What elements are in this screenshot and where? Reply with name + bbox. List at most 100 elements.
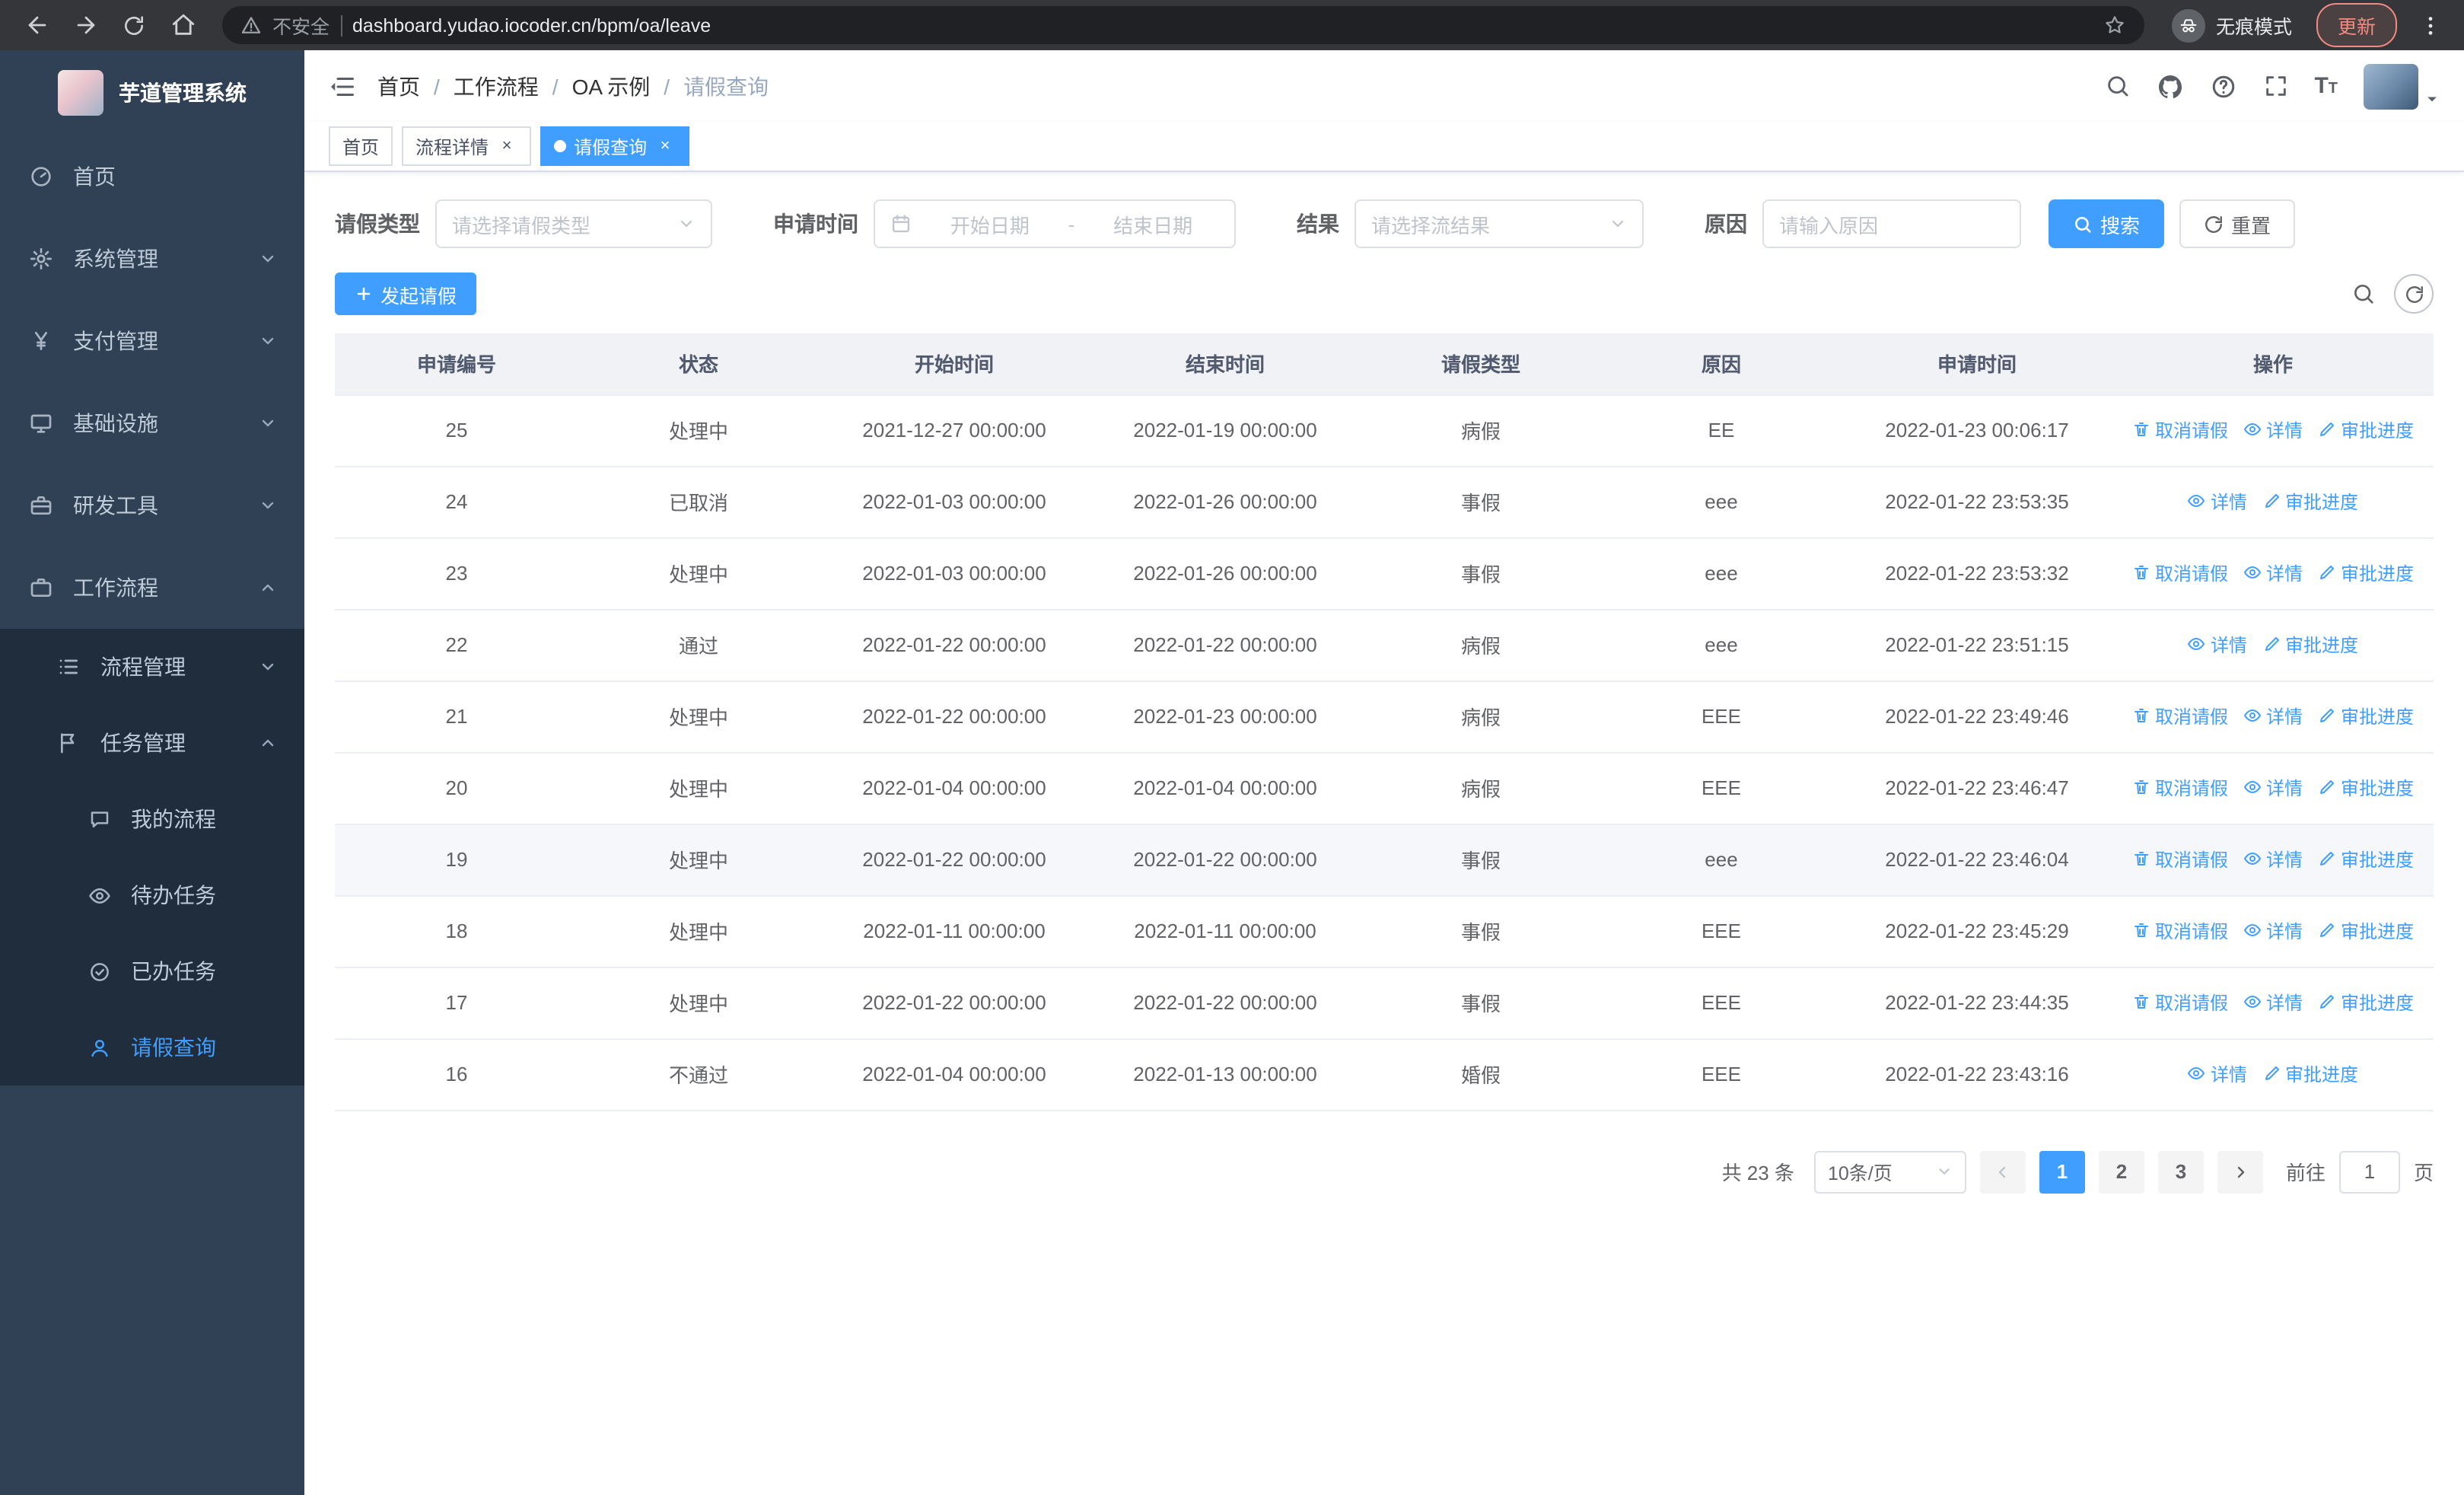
cancel-leave-link[interactable]: 取消请假 — [2132, 918, 2228, 944]
create-leave-button[interactable]: 发起请假 — [335, 273, 477, 315]
browser-forward-button[interactable] — [64, 4, 107, 46]
breadcrumb-item[interactable]: 首页 — [377, 71, 440, 101]
sidebar-item-infrastructure[interactable]: 基础设施 — [0, 382, 304, 464]
trash-icon — [2134, 923, 2148, 938]
detail-link[interactable]: 详情 — [2243, 417, 2303, 443]
sidebar-item-home[interactable]: 首页 — [0, 135, 304, 218]
table-row[interactable]: 18 处理中 2022-01-11 00:00:00 2022-01-11 00… — [335, 895, 2434, 967]
column-header: 状态 — [578, 333, 819, 395]
cancel-leave-link[interactable]: 取消请假 — [2132, 703, 2228, 729]
sidebar-item-todo-tasks[interactable]: 待办任务 — [0, 857, 304, 933]
font-size-icon[interactable]: TT — [2314, 75, 2338, 97]
goto-page-input[interactable] — [2338, 1150, 2400, 1193]
tab-home[interactable]: 首页 — [329, 126, 393, 166]
chevron-up-icon — [259, 734, 277, 752]
header-search-icon[interactable] — [2104, 73, 2130, 99]
fullscreen-icon[interactable] — [2262, 73, 2288, 99]
approval-progress-link[interactable]: 审批进度 — [2318, 775, 2414, 801]
sidebar-item-done-tasks[interactable]: 已办任务 — [0, 933, 304, 1009]
next-page-button[interactable] — [2217, 1150, 2263, 1193]
detail-link[interactable]: 详情 — [2243, 703, 2303, 729]
detail-link[interactable]: 详情 — [2243, 560, 2303, 586]
detail-link[interactable]: 详情 — [2243, 918, 2303, 944]
close-icon[interactable]: × — [654, 135, 676, 157]
table-row[interactable]: 24 已取消 2022-01-03 00:00:00 2022-01-26 00… — [335, 466, 2434, 538]
tab-process-detail[interactable]: 流程详情 × — [402, 126, 532, 166]
close-icon[interactable]: × — [496, 135, 517, 157]
breadcrumb-item[interactable]: OA 示例 — [572, 71, 670, 101]
browser-home-button[interactable] — [161, 4, 204, 46]
address-bar[interactable]: 不安全 dashboard.yudao.iocoder.cn/bpm/oa/le… — [222, 6, 2144, 44]
table-row[interactable]: 21 处理中 2022-01-22 00:00:00 2022-01-23 00… — [335, 681, 2434, 753]
approval-progress-link[interactable]: 审批进度 — [2318, 846, 2414, 872]
cancel-leave-link[interactable]: 取消请假 — [2132, 417, 2228, 443]
update-button[interactable]: 更新 — [2316, 3, 2397, 47]
approval-progress-link[interactable]: 审批进度 — [2262, 632, 2358, 658]
approval-progress-link[interactable]: 审批进度 — [2262, 1061, 2358, 1087]
date-range-picker[interactable]: 开始日期 - 结束日期 — [874, 199, 1236, 248]
reason-input[interactable]: 请输入原因 — [1762, 199, 2021, 248]
table-row[interactable]: 20 处理中 2022-01-04 00:00:00 2022-01-04 00… — [335, 752, 2434, 824]
reset-button[interactable]: 重置 — [2179, 199, 2296, 248]
page-button-2[interactable]: 2 — [2098, 1150, 2144, 1193]
sidebar-item-dev-tools[interactable]: 研发工具 — [0, 464, 304, 547]
refresh-table-button[interactable] — [2394, 274, 2434, 314]
approval-progress-link[interactable]: 审批进度 — [2262, 489, 2358, 515]
table-row[interactable]: 23 处理中 2022-01-03 00:00:00 2022-01-26 00… — [335, 537, 2434, 610]
tab-leave-query[interactable]: 请假查询 × — [540, 126, 690, 166]
end-date-input[interactable]: 结束日期 — [1087, 209, 1219, 238]
prev-page-button[interactable] — [1979, 1150, 2026, 1193]
detail-link[interactable]: 详情 — [2243, 846, 2303, 872]
detail-link[interactable]: 详情 — [2188, 489, 2247, 515]
cell-status: 已取消 — [578, 466, 819, 538]
warning-triangle-icon — [241, 16, 261, 33]
result-select[interactable]: 请选择流结果 — [1355, 199, 1644, 248]
browser-back-button[interactable] — [15, 4, 58, 46]
detail-link[interactable]: 详情 — [2243, 775, 2303, 801]
sidebar-item-task-mgmt[interactable]: 任务管理 — [0, 705, 304, 781]
user-menu[interactable] — [2364, 63, 2440, 109]
search-button[interactable]: 搜索 — [2049, 199, 2165, 248]
approval-progress-link[interactable]: 审批进度 — [2318, 560, 2414, 586]
cancel-leave-link[interactable]: 取消请假 — [2132, 990, 2228, 1015]
detail-link[interactable]: 详情 — [2188, 632, 2247, 658]
sidebar-item-process-mgmt[interactable]: 流程管理 — [0, 629, 304, 705]
app-logo[interactable]: 芋道管理系统 — [0, 50, 304, 135]
page-size-select[interactable]: 10条/页 — [1813, 1150, 1966, 1193]
bookmark-star-icon[interactable] — [2103, 14, 2126, 37]
sidebar-item-my-process[interactable]: 我的流程 — [0, 781, 304, 857]
action-label: 详情 — [2265, 563, 2303, 585]
table-row[interactable]: 25 处理中 2021-12-27 00:00:00 2022-01-19 00… — [335, 394, 2434, 467]
approval-progress-link[interactable]: 审批进度 — [2318, 417, 2414, 443]
cancel-leave-link[interactable]: 取消请假 — [2132, 775, 2228, 801]
approval-progress-link[interactable]: 审批进度 — [2318, 990, 2414, 1015]
start-date-input[interactable]: 开始日期 — [924, 209, 1056, 238]
cancel-leave-link[interactable]: 取消请假 — [2132, 560, 2228, 586]
approval-progress-link[interactable]: 审批进度 — [2318, 703, 2414, 729]
sidebar-item-system-mgmt[interactable]: 系统管理 — [0, 218, 304, 300]
sidebar-collapse-button[interactable] — [329, 72, 356, 100]
sidebar-item-label: 我的流程 — [131, 807, 216, 831]
action-label: 详情 — [2265, 419, 2303, 441]
sidebar-item-payment-mgmt[interactable]: 支付管理 — [0, 300, 304, 382]
approval-progress-link[interactable]: 审批进度 — [2318, 918, 2414, 944]
sidebar-item-workflow[interactable]: 工作流程 — [0, 547, 304, 629]
leave-type-select[interactable]: 请选择请假类型 — [435, 199, 712, 248]
table-row[interactable]: 16 不通过 2022-01-04 00:00:00 2022-01-13 00… — [335, 1038, 2434, 1111]
help-icon[interactable] — [2209, 72, 2236, 100]
page-button-3[interactable]: 3 — [2157, 1150, 2204, 1193]
table-row[interactable]: 19 处理中 2022-01-22 00:00:00 2022-01-22 00… — [335, 824, 2434, 896]
browser-reload-button[interactable] — [113, 4, 155, 46]
cancel-leave-link[interactable]: 取消请假 — [2132, 846, 2228, 872]
detail-link[interactable]: 详情 — [2188, 1061, 2247, 1087]
browser-menu-button[interactable] — [2412, 13, 2449, 37]
toggle-search-button[interactable] — [2351, 282, 2376, 306]
page-button-1[interactable]: 1 — [2039, 1150, 2085, 1193]
table-row[interactable]: 22 通过 2022-01-22 00:00:00 2022-01-22 00:… — [335, 609, 2434, 681]
github-icon[interactable] — [2156, 72, 2183, 100]
table-row[interactable]: 17 处理中 2022-01-22 00:00:00 2022-01-22 00… — [335, 967, 2434, 1039]
sidebar-item-leave-query[interactable]: 请假查询 — [0, 1009, 304, 1085]
list-icon — [55, 655, 82, 679]
detail-link[interactable]: 详情 — [2243, 990, 2303, 1015]
breadcrumb-item[interactable]: 工作流程 — [454, 71, 559, 101]
